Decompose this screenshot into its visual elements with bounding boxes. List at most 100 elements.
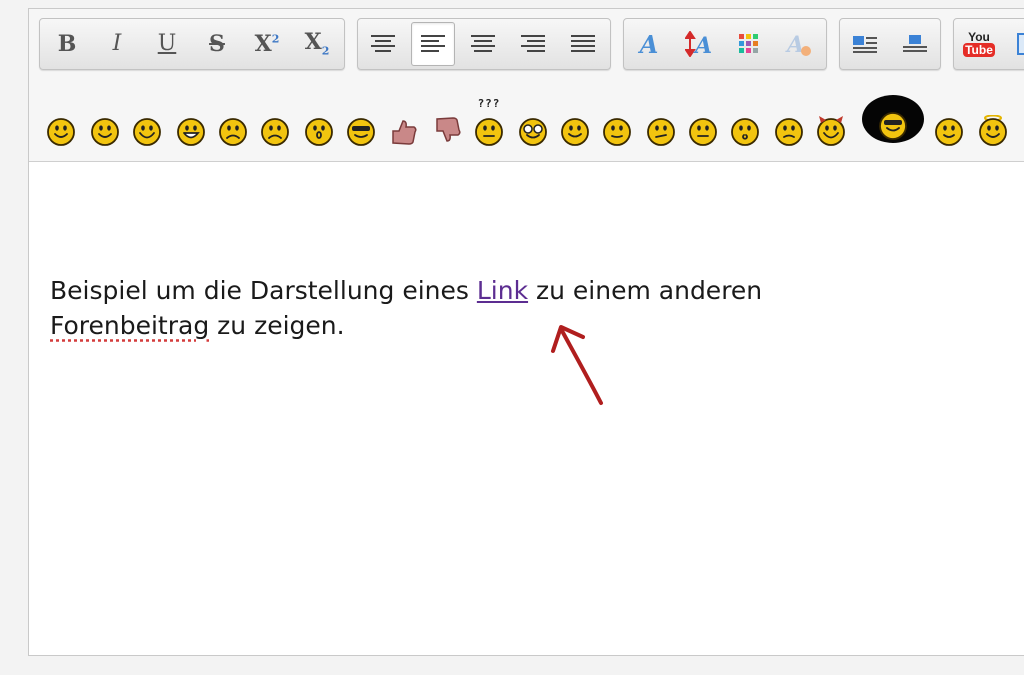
font-size-icon: A <box>685 31 712 57</box>
align-left-icon <box>371 35 395 52</box>
smiley-confused-icon[interactable]: ??? <box>473 97 505 147</box>
subscript-button[interactable]: X2 <box>295 22 339 66</box>
font-size-button[interactable]: A <box>677 22 721 66</box>
smiley-worried-icon[interactable] <box>773 115 805 147</box>
font-icon: A <box>639 29 659 59</box>
youtube-icon: You Tube <box>963 31 995 57</box>
tongue-face <box>561 118 589 146</box>
editor-content[interactable]: Beispiel um die Darstellung eines Link z… <box>50 273 850 343</box>
remove-format-icon: A <box>785 32 811 57</box>
misspelled-word: Forenbeitrag <box>50 311 210 340</box>
smiley-afro-icon[interactable] <box>861 93 925 149</box>
bold-button[interactable]: B <box>45 22 89 66</box>
color-palette-button[interactable] <box>727 22 771 66</box>
block-top-button[interactable] <box>893 22 937 66</box>
smiley-angel-icon[interactable] <box>977 115 1009 147</box>
svg-text:A: A <box>785 32 804 57</box>
smiley-grin-icon[interactable] <box>175 115 207 147</box>
align-justify-button[interactable] <box>411 22 455 66</box>
content-text: Beispiel um die Darstellung eines <box>50 276 477 305</box>
kiss-face <box>731 118 759 146</box>
worried-face <box>775 118 803 146</box>
smile-small-face <box>935 118 963 146</box>
rolleyes-face <box>689 118 717 146</box>
smiley-wink-icon[interactable] <box>89 115 121 147</box>
smiley-happy-icon[interactable] <box>131 115 163 147</box>
align-right-button[interactable] <box>511 22 555 66</box>
smiley-sad-icon[interactable] <box>259 115 291 147</box>
unsure-face <box>647 118 675 146</box>
layout-group <box>839 18 941 70</box>
smiley-thumbs-up-icon[interactable] <box>387 115 419 147</box>
smiley-nerd-icon[interactable] <box>517 115 549 147</box>
blush-face <box>603 118 631 146</box>
svg-text:A: A <box>693 33 712 57</box>
smiley-angry-icon[interactable] <box>217 115 249 147</box>
strikethrough-icon: S <box>209 31 225 57</box>
align-right-icon <box>521 35 545 52</box>
subscript-icon: X2 <box>304 29 330 58</box>
superscript-button[interactable]: X2 <box>245 22 289 66</box>
content-text: zu einem anderen <box>528 276 763 305</box>
smiley-bar: ??? <box>29 93 1024 161</box>
thumbs-up-face <box>392 120 417 145</box>
smiley-thumbs-down-icon[interactable] <box>431 115 463 147</box>
align-center-button[interactable] <box>461 22 505 66</box>
thumbs-down-face <box>436 117 461 142</box>
annotation-arrow-icon <box>551 325 603 405</box>
content-link[interactable]: Link <box>477 276 528 305</box>
sad-face <box>261 118 289 146</box>
align-full-icon <box>571 35 595 52</box>
font-button[interactable]: A <box>627 22 671 66</box>
smiley-cool-icon[interactable] <box>345 115 377 147</box>
smiley-kiss-icon[interactable] <box>729 115 761 147</box>
smile-face <box>47 118 75 146</box>
grin-face <box>177 118 205 146</box>
smiley-surprised-icon[interactable] <box>303 115 335 147</box>
youtube-button[interactable]: You Tube <box>957 22 1001 66</box>
align-left-button[interactable] <box>361 22 405 66</box>
font-group: A A A <box>623 18 827 70</box>
surprised-face <box>305 118 333 146</box>
image-button[interactable] <box>1007 22 1024 66</box>
image-icon <box>1017 33 1024 55</box>
strikethrough-button[interactable]: S <box>195 22 239 66</box>
editor-toolbar: B I U S X2 X2 A A A You Tube ??? <box>29 9 1024 162</box>
block-top-icon <box>903 35 927 52</box>
happy-face <box>133 118 161 146</box>
devil-face <box>817 116 845 146</box>
confused-face <box>475 118 503 146</box>
formatting-group: B I U S X2 X2 <box>39 18 345 70</box>
smiley-blush-icon[interactable] <box>601 115 633 147</box>
cool-face <box>347 118 375 146</box>
block-left-button[interactable] <box>843 22 887 66</box>
superscript-icon: X2 <box>254 31 280 57</box>
afro-face <box>862 95 924 143</box>
block-left-icon <box>853 36 877 53</box>
bold-icon: B <box>57 31 77 57</box>
smiley-tongue-icon[interactable] <box>559 115 591 147</box>
smiley-unsure-icon[interactable] <box>645 115 677 147</box>
rich-text-editor: B I U S X2 X2 A A A You Tube ??? Beispie… <box>28 8 1024 656</box>
remove-format-button[interactable]: A <box>777 22 821 66</box>
angel-face <box>979 115 1007 146</box>
align-justify-icon <box>421 35 445 52</box>
italic-button[interactable]: I <box>95 22 139 66</box>
underline-button[interactable]: U <box>145 22 189 66</box>
align-full-button[interactable] <box>561 22 605 66</box>
nerd-face <box>519 118 547 146</box>
wink-face <box>91 118 119 146</box>
smiley-devil-icon[interactable] <box>815 115 847 147</box>
smiley-smile-small-icon[interactable] <box>933 115 965 147</box>
align-center-icon <box>471 35 495 52</box>
question-marks-label: ??? <box>477 97 501 110</box>
smiley-smile-icon[interactable] <box>45 115 77 147</box>
color-palette-icon <box>739 34 758 53</box>
alignment-group <box>357 18 611 70</box>
smiley-rolleyes-icon[interactable] <box>687 115 719 147</box>
media-group: You Tube <box>953 18 1024 70</box>
angry-face <box>219 118 247 146</box>
italic-icon: I <box>112 31 122 56</box>
underline-icon: U <box>157 31 177 56</box>
content-text: zu zeigen. <box>209 311 345 340</box>
